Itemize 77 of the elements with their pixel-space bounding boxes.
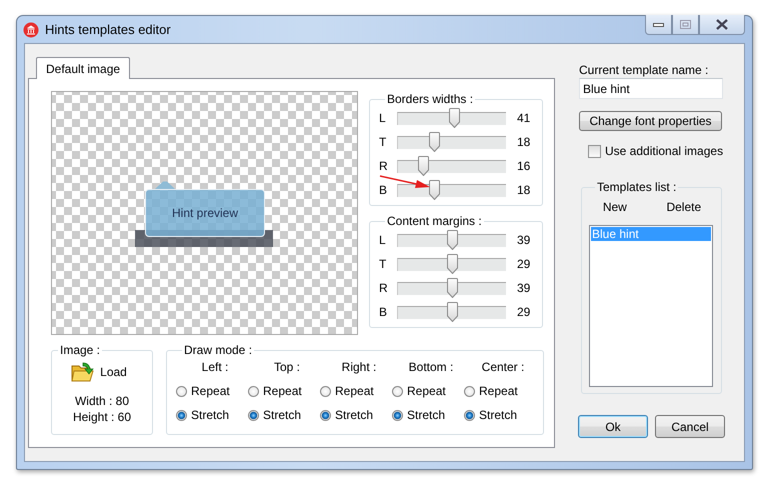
field-label: Current template name : (579, 63, 710, 77)
column-header: Bottom : (408, 359, 454, 376)
radio-label[interactable]: Stretch (407, 408, 446, 422)
action-link[interactable]: New (602, 200, 627, 214)
close-button[interactable] (699, 15, 745, 35)
slider-thumb[interactable] (446, 278, 458, 298)
app-icon (23, 22, 39, 38)
slider-thumb[interactable] (446, 254, 458, 274)
template-name-field[interactable]: Blue hint (579, 78, 723, 99)
slider-thumb[interactable] (446, 230, 458, 250)
slider-label: T (379, 135, 388, 149)
slider-label: R (379, 281, 389, 295)
slider-label: T (379, 257, 388, 271)
slider-value: 29 (517, 305, 530, 319)
radio-label[interactable]: Stretch (191, 408, 230, 422)
radio-label[interactable]: Repeat (335, 384, 374, 398)
minimize-icon (653, 22, 664, 26)
slider-value: 18 (517, 135, 530, 149)
column-header: Right : (340, 359, 378, 376)
image-width: Width : 80 (74, 393, 130, 409)
dialog-button[interactable]: Cancel (655, 415, 725, 438)
column-header: Center : (480, 359, 526, 376)
radio-label[interactable]: Repeat (263, 384, 302, 398)
radio-label[interactable]: Stretch (263, 408, 302, 422)
minimize-button[interactable] (645, 15, 672, 35)
radio-label[interactable]: Stretch (479, 408, 518, 422)
checkbox[interactable] (588, 144, 601, 158)
radio-button[interactable] (176, 410, 187, 420)
bubble-pointer (155, 181, 175, 189)
slider-thumb[interactable] (446, 302, 458, 322)
tab[interactable]: Default image (36, 57, 130, 79)
slider-value: 41 (517, 111, 530, 125)
group-label: Image : (59, 343, 102, 357)
radio-button[interactable] (176, 386, 187, 396)
slider-thumb[interactable] (428, 132, 440, 152)
folder-icon (71, 361, 96, 383)
checkbox-label[interactable]: Use additional images (605, 144, 724, 158)
image-height: Height : 60 (72, 409, 132, 425)
slider-thumb[interactable] (449, 108, 460, 128)
radio-button[interactable] (464, 410, 475, 420)
column-header: Left : (200, 359, 230, 376)
radio-button[interactable] (464, 386, 475, 396)
slider-value: 39 (517, 233, 530, 247)
slider-thumb[interactable] (418, 156, 429, 176)
group-label: Templates list : (596, 180, 678, 194)
slider-value: 16 (517, 159, 530, 173)
radio-button[interactable] (320, 386, 331, 396)
maximize-icon (680, 20, 691, 29)
radio-button[interactable] (392, 386, 403, 396)
radio-button[interactable] (248, 386, 259, 396)
change-font-button[interactable]: Change font properties (579, 111, 722, 131)
slider-label: B (379, 305, 388, 319)
radio-label[interactable]: Repeat (479, 384, 518, 398)
window-title: Hints templates editor (45, 22, 171, 37)
slider-label: B (379, 183, 388, 197)
load-button[interactable]: Load (71, 361, 127, 383)
close-icon (715, 19, 729, 30)
slider-value: 29 (517, 257, 530, 271)
slider-label: L (379, 111, 387, 125)
slider-value: 18 (517, 183, 530, 197)
hint-text: Hint preview (172, 206, 238, 220)
radio-button[interactable] (392, 410, 403, 420)
slider-value: 39 (517, 281, 530, 295)
group-label: Draw mode : (183, 343, 254, 357)
slider-label: L (379, 233, 387, 247)
dialog-button[interactable]: Ok (578, 415, 648, 438)
group-label: Borders widths : (386, 92, 474, 106)
action-link[interactable]: Delete (666, 200, 702, 214)
radio-button[interactable] (320, 410, 331, 420)
column-header: Top : (272, 359, 301, 376)
radio-label[interactable]: Stretch (335, 408, 374, 422)
slider-label: R (379, 159, 389, 173)
slider-thumb[interactable] (428, 180, 440, 200)
group-label: Content margins : (386, 214, 483, 228)
radio-label[interactable]: Repeat (407, 384, 446, 398)
radio-label[interactable]: Repeat (191, 384, 230, 398)
radio-button[interactable] (248, 410, 259, 420)
